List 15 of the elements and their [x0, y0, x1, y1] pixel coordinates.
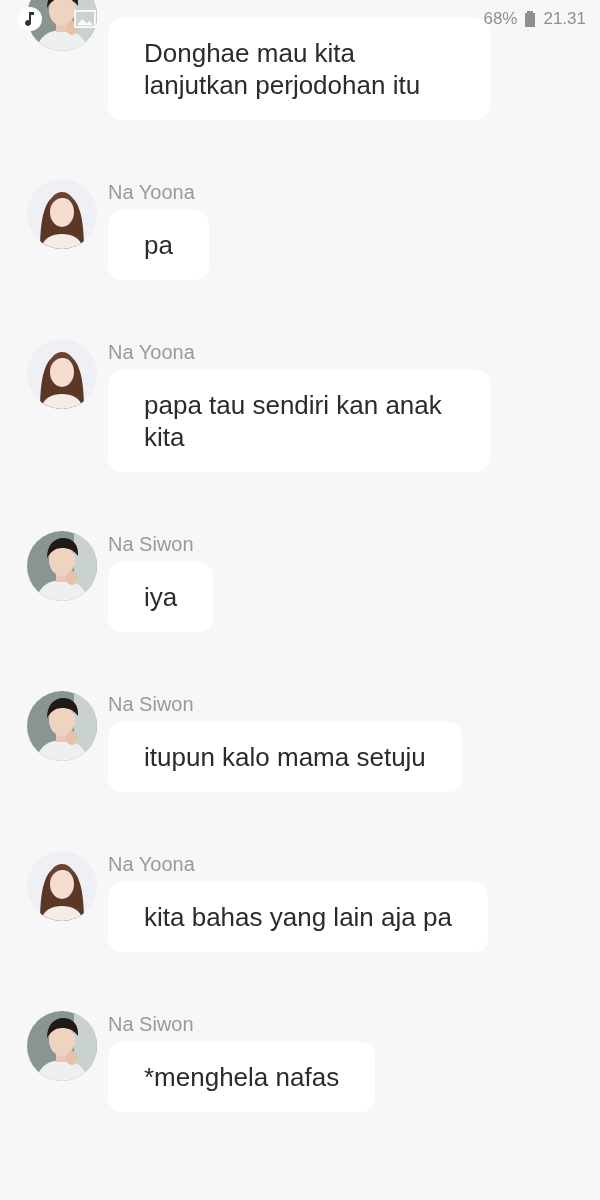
message-bubble: kita bahas yang lain aja pa	[108, 882, 488, 952]
sender-name: Na Siwon	[108, 532, 195, 556]
battery-icon	[525, 11, 536, 27]
sender-name: Na Yoona	[108, 340, 196, 364]
sender-name: Na Siwon	[108, 1012, 195, 1036]
sender-name: Na Siwon	[108, 692, 195, 716]
message-bubble: iya	[108, 562, 214, 632]
image-icon	[74, 10, 96, 28]
message-bubble: *menghela nafas	[108, 1042, 376, 1112]
message-bubble: papa tau sendiri kan anak kita	[108, 370, 490, 472]
sender-name: Na Yoona	[108, 180, 196, 204]
message-bubble: pa	[108, 210, 209, 280]
sender-name: Na Yoona	[108, 852, 196, 876]
message-bubble: itupun kalo mama setuju	[108, 722, 462, 792]
clock-time: 21.31	[543, 9, 586, 29]
